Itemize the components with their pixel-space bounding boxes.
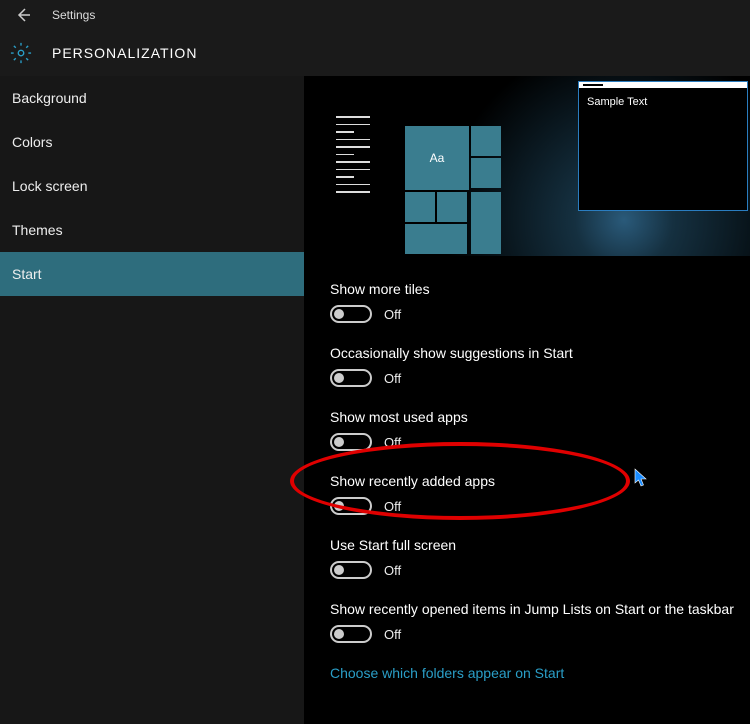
toggle-state: Off	[384, 563, 401, 578]
preview-tile-large: Aa	[405, 126, 469, 190]
back-button[interactable]	[8, 0, 38, 30]
sidebar-item-lock-screen[interactable]: Lock screen	[0, 164, 304, 208]
setting-label: Show most used apps	[330, 409, 750, 425]
setting-show-recently-added: Show recently added apps Off	[330, 473, 750, 515]
setting-show-more-tiles: Show more tiles Off	[330, 281, 750, 323]
app-title: Settings	[52, 8, 95, 22]
gear-icon	[10, 42, 32, 64]
preview-tiles: Aa	[405, 126, 517, 190]
toggle-state: Off	[384, 499, 401, 514]
preview-tile	[405, 192, 435, 222]
setting-label: Show more tiles	[330, 281, 750, 297]
preview-app-list-icon	[336, 116, 376, 199]
setting-label: Occasionally show suggestions in Start	[330, 345, 750, 361]
header: PERSONALIZATION	[0, 30, 750, 76]
sidebar-item-colors[interactable]: Colors	[0, 120, 304, 164]
setting-show-most-used: Show most used apps Off	[330, 409, 750, 451]
setting-full-screen: Use Start full screen Off	[330, 537, 750, 579]
sidebar-item-themes[interactable]: Themes	[0, 208, 304, 252]
sidebar: Background Colors Lock screen Themes Sta…	[0, 76, 304, 724]
toggle-show-suggestions[interactable]	[330, 369, 372, 387]
setting-jump-lists: Show recently opened items in Jump Lists…	[330, 601, 750, 643]
preview-tile	[405, 224, 467, 254]
setting-label: Use Start full screen	[330, 537, 750, 553]
content-pane: Aa Sample Text Show more tiles Off Occas…	[304, 76, 750, 724]
preview-tile	[437, 192, 467, 222]
toggle-state: Off	[384, 627, 401, 642]
toggle-show-more-tiles[interactable]	[330, 305, 372, 323]
preview-sample-text: Sample Text	[579, 88, 747, 116]
toggle-show-recently-added[interactable]	[330, 497, 372, 515]
sidebar-item-background[interactable]: Background	[0, 76, 304, 120]
setting-show-suggestions: Occasionally show suggestions in Start O…	[330, 345, 750, 387]
titlebar: Settings	[0, 0, 750, 30]
toggle-state: Off	[384, 435, 401, 450]
toggle-show-most-used[interactable]	[330, 433, 372, 451]
preview-tile	[471, 192, 501, 254]
toggle-state: Off	[384, 307, 401, 322]
toggle-state: Off	[384, 371, 401, 386]
main: Background Colors Lock screen Themes Sta…	[0, 76, 750, 724]
sidebar-item-start[interactable]: Start	[0, 252, 304, 296]
back-arrow-icon	[15, 7, 31, 23]
toggle-full-screen[interactable]	[330, 561, 372, 579]
preview-sample-window: Sample Text	[578, 81, 748, 211]
preview-tile	[471, 158, 501, 188]
start-preview: Aa Sample Text	[330, 76, 750, 256]
page-title: PERSONALIZATION	[52, 45, 197, 61]
setting-label: Show recently opened items in Jump Lists…	[330, 601, 750, 617]
setting-label: Show recently added apps	[330, 473, 750, 489]
preview-tile	[471, 126, 501, 156]
toggle-jump-lists[interactable]	[330, 625, 372, 643]
choose-folders-link[interactable]: Choose which folders appear on Start	[330, 665, 750, 681]
